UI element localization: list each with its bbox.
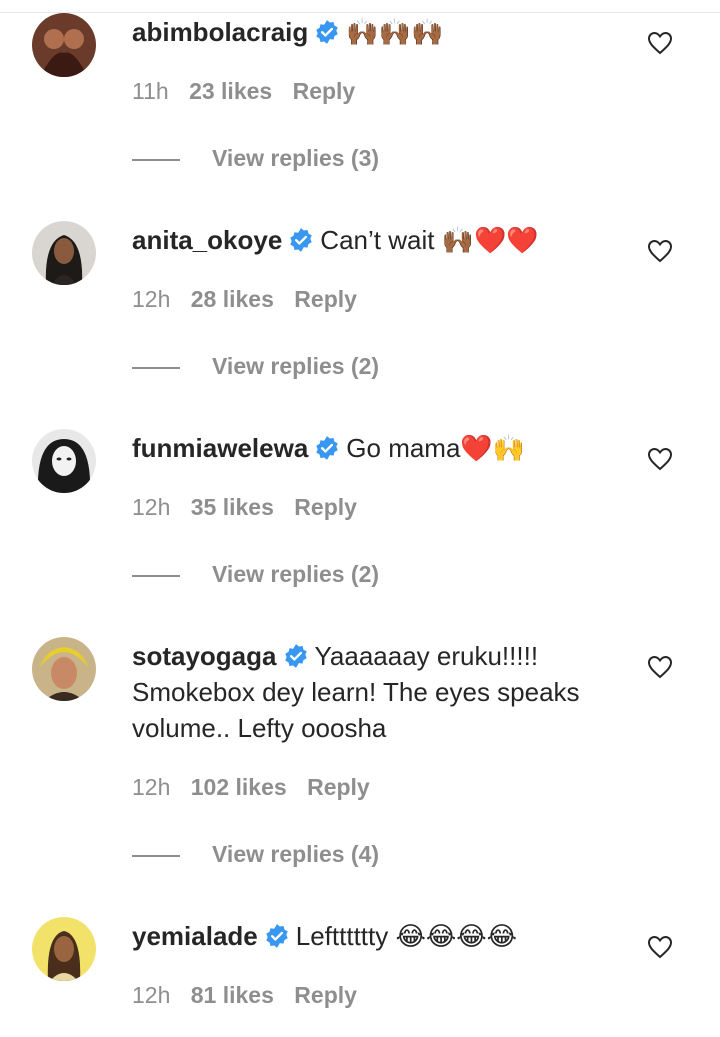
comment-text: Can’t wait 🙌🏾❤️❤️ — [320, 225, 539, 255]
view-replies-button[interactable]: View replies (4) — [132, 841, 379, 868]
reply-button[interactable]: Reply — [294, 286, 357, 312]
timestamp: 11h — [132, 78, 169, 104]
likes-count[interactable]: 35 likes — [191, 494, 274, 520]
view-replies-label: View replies (4) — [212, 841, 380, 867]
replies-divider — [132, 574, 180, 577]
timestamp: 12h — [132, 494, 171, 520]
timestamp: 12h — [132, 286, 171, 312]
comment-meta: 12h 35 likes Reply — [132, 494, 371, 521]
comment-body: yemialade Leftttttty 😂😂😂😂 — [132, 918, 612, 954]
view-replies-label: View replies (3) — [212, 145, 380, 171]
avatar[interactable] — [32, 917, 96, 981]
likes-count[interactable]: 23 likes — [189, 78, 272, 104]
likes-count[interactable]: 102 likes — [191, 774, 287, 800]
view-replies-button[interactable]: View replies (2) — [132, 353, 379, 380]
username-link[interactable]: funmiawelewa — [132, 433, 308, 463]
reply-button[interactable]: Reply — [293, 78, 356, 104]
comment-body: anita_okoye Can’t wait 🙌🏾❤️❤️ — [132, 222, 612, 258]
username-link[interactable]: yemialade — [132, 921, 258, 951]
reply-button[interactable]: Reply — [307, 774, 370, 800]
view-replies-label: View replies (2) — [212, 561, 380, 587]
avatar[interactable] — [32, 429, 96, 493]
view-replies-button[interactable]: View replies (2) — [132, 561, 379, 588]
verified-badge-icon — [314, 19, 340, 45]
verified-badge-icon — [314, 435, 340, 461]
comment-text: Leftttttty 😂😂😂😂 — [295, 921, 517, 951]
verified-badge-icon — [288, 227, 314, 253]
username-link[interactable]: abimbolacraig — [132, 17, 308, 47]
comment-body: abimbolacraig 🙌🏾🙌🏾🙌🏾 — [132, 14, 612, 50]
view-replies-label: View replies (2) — [212, 353, 380, 379]
heart-outline-icon[interactable] — [647, 447, 673, 471]
heart-outline-icon[interactable] — [647, 935, 673, 959]
comment-body: sotayogaga Yaaaaaay eruku!!!!! Smokebox d… — [132, 638, 612, 746]
avatar[interactable] — [32, 13, 96, 77]
reply-button[interactable]: Reply — [294, 982, 357, 1008]
replies-divider — [132, 854, 180, 857]
comment-text: 🙌🏾🙌🏾🙌🏾 — [346, 17, 444, 47]
comment-meta: 11h 23 likes Reply — [132, 78, 369, 105]
username-link[interactable]: sotayogaga — [132, 641, 277, 671]
verified-badge-icon — [283, 643, 309, 669]
comment-meta: 12h 28 likes Reply — [132, 286, 371, 313]
verified-badge-icon — [264, 923, 290, 949]
comment-body: funmiawelewa Go mama❤️🙌 — [132, 430, 612, 466]
likes-count[interactable]: 28 likes — [191, 286, 274, 312]
timestamp: 12h — [132, 982, 171, 1008]
timestamp: 12h — [132, 774, 171, 800]
comment-meta: 12h 102 likes Reply — [132, 774, 384, 801]
avatar[interactable] — [32, 221, 96, 285]
replies-divider — [132, 366, 180, 369]
comment-text: Go mama❤️🙌 — [346, 433, 526, 463]
heart-outline-icon[interactable] — [647, 31, 673, 55]
heart-outline-icon[interactable] — [647, 239, 673, 263]
comments-list: abimbolacraig 🙌🏾🙌🏾🙌🏾 11h 23 likes Reply V… — [0, 0, 720, 1037]
view-replies-button[interactable]: View replies (3) — [132, 145, 379, 172]
comment-meta: 12h 81 likes Reply — [132, 982, 371, 1009]
heart-outline-icon[interactable] — [647, 655, 673, 679]
replies-divider — [132, 158, 180, 161]
avatar[interactable] — [32, 637, 96, 701]
username-link[interactable]: anita_okoye — [132, 225, 282, 255]
likes-count[interactable]: 81 likes — [191, 982, 274, 1008]
reply-button[interactable]: Reply — [294, 494, 357, 520]
